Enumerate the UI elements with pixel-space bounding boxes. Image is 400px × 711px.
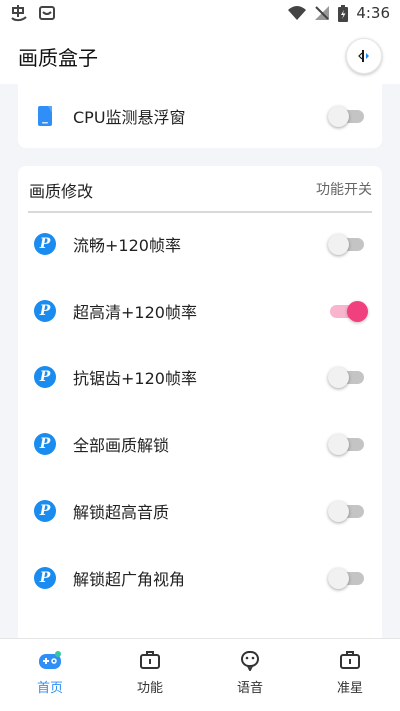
quality-option-label: 全部画质解锁 xyxy=(73,436,170,456)
cpu-monitor-card: CPU监测悬浮窗 xyxy=(18,84,382,148)
tab-home[interactable]: 首页 xyxy=(0,649,100,696)
quality-option-toggle[interactable] xyxy=(328,233,366,255)
quality-option-label: 抗锯齿+120帧率 xyxy=(73,369,197,389)
app-title: 画质盒子 xyxy=(18,46,98,70)
tab-crosshair[interactable]: 准星 xyxy=(300,649,400,696)
quality-option-row[interactable]: P 解锁超高音质 xyxy=(18,481,382,541)
section-switch-label: 功能开关 xyxy=(316,182,372,198)
battery-icon xyxy=(338,4,349,22)
tab-voice[interactable]: 语音 xyxy=(200,649,300,696)
p-logo-icon: P xyxy=(34,366,56,389)
quality-option-row[interactable]: P 超高清+120帧率 xyxy=(18,281,382,341)
quality-option-row[interactable]: P 全部画质解锁 xyxy=(18,414,382,474)
p-logo-icon: P xyxy=(34,433,56,456)
tab-home-label: 首页 xyxy=(36,681,63,696)
floating-toggle-icon xyxy=(358,50,369,62)
wifi-icon xyxy=(288,6,307,20)
cpu-monitor-label: CPU监测悬浮窗 xyxy=(73,108,186,127)
clock-time: 4:36 xyxy=(356,4,390,22)
quality-option-toggle[interactable] xyxy=(328,433,366,456)
quality-option-label: 超高清+120帧率 xyxy=(73,302,197,322)
section-header: 画质修改 功能开关 xyxy=(18,166,382,213)
quality-option-toggle[interactable] xyxy=(328,567,366,589)
tab-voice-label: 语音 xyxy=(236,681,263,696)
section-title: 画质修改 xyxy=(29,182,94,201)
p-logo-icon: P xyxy=(34,499,56,522)
status-bar: 4:36 xyxy=(0,0,400,28)
tab-features-label: 功能 xyxy=(136,681,163,696)
crosshair-box-icon xyxy=(340,651,360,669)
bottom-tab-bar: 首页 功能 语音 准星 xyxy=(0,638,400,711)
quality-option-toggle[interactable] xyxy=(328,500,366,522)
quality-option-label: 流畅+120帧率 xyxy=(73,236,181,255)
cpu-monitor-row[interactable]: CPU监测悬浮窗 xyxy=(18,86,382,146)
app-notification-icon xyxy=(11,5,27,22)
no-signal-icon xyxy=(315,6,330,20)
quality-option-toggle[interactable] xyxy=(328,300,368,322)
tab-crosshair-label: 准星 xyxy=(336,681,363,696)
face-icon xyxy=(241,651,259,671)
p-logo-icon: P xyxy=(34,299,56,322)
cpu-monitor-toggle[interactable] xyxy=(328,105,366,127)
tab-features[interactable]: 功能 xyxy=(100,649,200,696)
p-logo-icon: P xyxy=(34,566,56,589)
inbox-notification-icon xyxy=(39,6,55,20)
quality-option-label: 解锁超广角视角 xyxy=(73,569,186,589)
app-bar: 画质盒子 xyxy=(0,28,400,84)
section-divider xyxy=(28,211,372,213)
p-logo-icon: P xyxy=(34,233,56,255)
phone-icon xyxy=(38,106,52,126)
toolbox-icon xyxy=(140,651,160,669)
quality-option-toggle[interactable] xyxy=(328,366,366,389)
quality-option-row[interactable]: P 解锁超广角视角 xyxy=(18,548,382,608)
quality-option-label: 解锁超高音质 xyxy=(73,502,170,522)
floating-window-button[interactable] xyxy=(346,38,382,74)
quality-option-row[interactable]: P 流畅+120帧率 xyxy=(18,214,382,274)
quality-option-row[interactable]: P 抗锯齿+120帧率 xyxy=(18,347,382,407)
quality-settings-card: 画质修改 功能开关 P 流畅+120帧率 P 超高清+120帧率 P 抗锯齿+120帧率 P… xyxy=(18,166,382,686)
gamepad-icon xyxy=(39,651,61,669)
